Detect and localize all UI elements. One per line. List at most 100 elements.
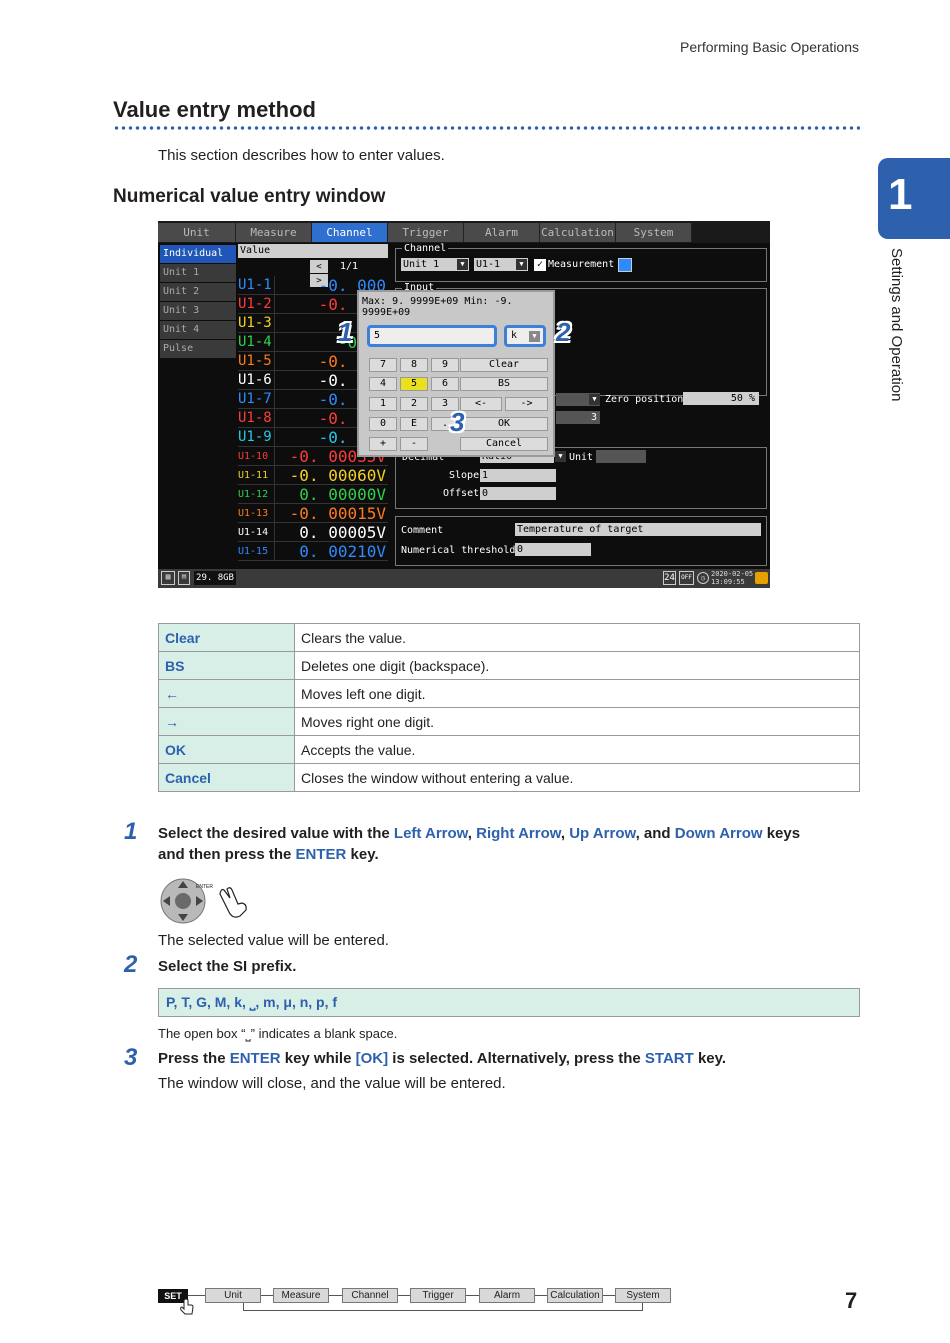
checkbox-icon[interactable]: ✓ [534, 259, 546, 271]
offset-field[interactable]: 0 [480, 487, 556, 500]
table-row: → Moves right one digit. [158, 707, 860, 736]
nav-item-channel: Channel [342, 1288, 398, 1303]
cancel-button[interactable]: Cancel [460, 437, 548, 451]
enter-key: ENTER [295, 846, 347, 863]
channel-name: U1-14 [238, 527, 269, 538]
pager-page: 1/1 [340, 261, 359, 272]
screen-tab-measure[interactable]: Measure [236, 223, 312, 242]
power-plug-icon [755, 572, 768, 584]
chevron-down-icon: ▼ [555, 451, 566, 462]
key-4[interactable]: 4 [369, 377, 397, 391]
key-6[interactable]: 6 [431, 377, 459, 391]
text-span: key. [346, 846, 379, 863]
callout-2: 2 [556, 317, 571, 347]
key-5[interactable]: 5 [400, 377, 428, 391]
numeric-field[interactable]: 3 [556, 411, 600, 424]
channel-divider [274, 428, 275, 447]
step-3-number: 3 [124, 1044, 138, 1071]
value-header[interactable]: Value [238, 244, 388, 258]
table-row: ← Moves left one digit. [158, 679, 860, 708]
side-item-unit-3[interactable]: Unit 3 [160, 302, 236, 320]
text-span: key. [693, 1050, 727, 1067]
key-8[interactable]: 8 [400, 358, 428, 372]
subsection-title: Numerical value entry window [113, 186, 386, 207]
ok-button[interactable]: OK [460, 417, 548, 431]
step-1-text: Select the desired value with the Left A… [158, 823, 800, 865]
key-plus[interactable]: + [369, 437, 397, 451]
nav-return-line [243, 1303, 244, 1311]
chevron-down-icon: ▼ [589, 394, 600, 405]
channel-divider [274, 466, 275, 485]
screen-tab-unit[interactable]: Unit [158, 223, 236, 242]
callout-3: 3 [450, 407, 465, 437]
clear-button[interactable]: Clear [460, 358, 548, 372]
pager-prev-button[interactable]: < [310, 260, 328, 273]
nav-item-alarm: Alarm [479, 1288, 535, 1303]
up-arrow-key: Up Arrow [569, 825, 636, 842]
key-1[interactable]: 1 [369, 397, 397, 411]
screen-tab-channel[interactable]: Channel [312, 223, 388, 242]
chapter-title: Settings and Operation [888, 248, 905, 402]
channel-value: 0. 00210V [299, 542, 386, 561]
status-bar: ▦ ▤ 29. 8GB 24 OFF ◷ 2020-02-05 13:09:55 [158, 569, 770, 588]
screen-tab-trigger[interactable]: Trigger [388, 223, 464, 242]
unit-field[interactable] [596, 450, 646, 463]
backspace-button[interactable]: BS [460, 377, 548, 391]
unit-label: Unit [569, 452, 594, 463]
key-name: ← [158, 679, 295, 708]
comment-field[interactable]: Temperature of target [515, 523, 761, 536]
channel-name: U1-5 [238, 353, 272, 369]
clock-icon: ◷ [697, 572, 709, 584]
channel-name: U1-15 [238, 546, 269, 557]
nav-connector [188, 1295, 206, 1296]
slope-field[interactable]: 1 [480, 469, 556, 482]
table-row: BS Deletes one digit (backspace). [158, 651, 860, 680]
storage-icon: ▦ [161, 571, 175, 585]
zero-position-field[interactable]: 50 % [683, 392, 759, 405]
channel-divider [274, 333, 275, 352]
cursor-left-button[interactable]: <- [460, 397, 502, 411]
table-row: Clear Clears the value. [158, 623, 860, 652]
key-2[interactable]: 2 [400, 397, 428, 411]
section-title: Value entry method [113, 97, 316, 122]
channel-name: U1-7 [238, 391, 272, 407]
channel-name: U1-4 [238, 334, 272, 350]
channel-row: U1-12 0. 00000V [238, 485, 388, 504]
side-item-pulse[interactable]: Pulse [160, 340, 236, 358]
key-desc: Accepts the value. [294, 735, 860, 764]
channel-value: 0. 00005V [299, 523, 386, 542]
key-0[interactable]: 0 [369, 417, 397, 431]
color-swatch[interactable] [618, 258, 632, 272]
key-e[interactable]: E [400, 417, 428, 431]
table-row: OK Accepts the value. [158, 735, 860, 764]
left-arrow-key: Left Arrow [393, 825, 468, 842]
cursor-right-button[interactable]: -> [505, 397, 548, 411]
enter-key: ENTER [229, 1050, 281, 1067]
intro-text: This section describes how to enter valu… [158, 147, 445, 164]
side-item-unit-2[interactable]: Unit 2 [160, 283, 236, 301]
screen-tab-alarm[interactable]: Alarm [464, 223, 540, 242]
nav-item-system: System [615, 1288, 671, 1303]
channel-name: U1-8 [238, 410, 272, 426]
screen-capture: Unit Measure Channel Trigger Alarm Calcu… [158, 221, 770, 588]
side-item-unit-1[interactable]: Unit 1 [160, 264, 236, 282]
dialog-range-text: Max: 9. 9999E+09 Min: -9. 9999E+09 [362, 296, 513, 318]
key-table: Clear Clears the value. BS Deletes one dig… [158, 623, 860, 792]
key-desc: Moves right one digit. [294, 707, 860, 736]
key-9[interactable]: 9 [431, 358, 459, 372]
side-item-individual[interactable]: Individual [160, 245, 236, 263]
value-input[interactable]: 5 [367, 325, 497, 347]
text-span: , and [635, 825, 675, 842]
nav-connector [261, 1295, 273, 1296]
threshold-field[interactable]: 0 [515, 543, 591, 556]
side-item-unit-4[interactable]: Unit 4 [160, 321, 236, 339]
screen-tab-calculation[interactable]: Calculation [540, 223, 616, 242]
running-head: Performing Basic Operations [680, 39, 859, 55]
key-name: OK [158, 735, 295, 764]
si-prefix-list: P, T, G, M, k, ⎵, m, μ, n, p, f [158, 988, 860, 1017]
key-minus[interactable]: - [400, 437, 428, 451]
key-7[interactable]: 7 [369, 358, 397, 372]
comment-label: Comment [401, 525, 444, 536]
screen-tab-system[interactable]: System [616, 223, 692, 242]
screen-tab-bar: Unit Measure Channel Trigger Alarm Calcu… [158, 221, 770, 243]
